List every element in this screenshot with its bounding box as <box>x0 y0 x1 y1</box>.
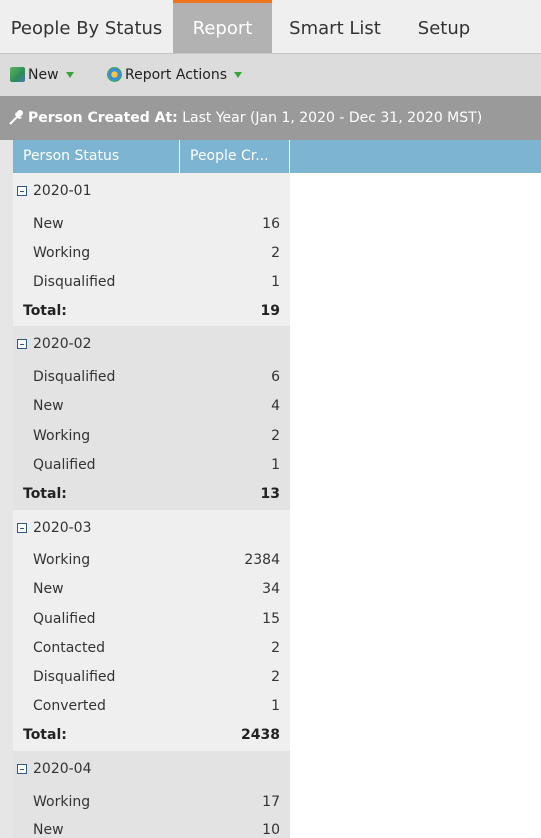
filter-bar[interactable]: Person Created At: Last Year (Jan 1, 202… <box>0 96 541 140</box>
total-row: Total: 19 <box>13 297 290 326</box>
count-cell: 2 <box>271 245 280 261</box>
group-header[interactable]: 2020-01 <box>13 173 290 209</box>
report-actions-icon <box>107 67 122 82</box>
toolbar: New Report Actions <box>0 53 541 96</box>
count-cell: 34 <box>262 581 280 597</box>
table-row: Qualified 15 <box>13 605 290 634</box>
collapse-icon[interactable] <box>17 339 27 349</box>
count-cell: 15 <box>262 611 280 627</box>
new-icon <box>10 67 25 82</box>
new-button[interactable]: New <box>10 64 74 86</box>
count-cell: 16 <box>262 216 280 232</box>
total-value: 13 <box>260 486 280 502</box>
table-row: New 4 <box>13 392 290 421</box>
status-cell: Disqualified <box>33 274 116 290</box>
total-label: Total: <box>23 727 67 743</box>
table-row: Working 17 <box>13 788 290 817</box>
table-row: Working 2 <box>13 422 290 451</box>
count-cell: 4 <box>271 398 280 414</box>
status-cell: Working <box>33 428 91 444</box>
table-row: New 16 <box>13 210 290 239</box>
tab-people-by-status[interactable]: People By Status <box>0 0 173 53</box>
tab-bar: People By Status Report Smart List Setup <box>0 0 541 53</box>
group-2020-02: 2020-02 Disqualified 6 New 4 Working 2 Qual… <box>13 326 290 510</box>
table-row: Disqualified 2 <box>13 663 290 692</box>
group-label: 2020-03 <box>33 520 92 536</box>
group-2020-04: 2020-04 Working 17 New 10 <box>13 751 290 838</box>
total-row: Total: 2438 <box>13 721 290 750</box>
tab-report[interactable]: Report <box>173 0 272 53</box>
group-header[interactable]: 2020-03 <box>13 510 290 546</box>
report-actions-label: Report Actions <box>125 67 227 83</box>
status-cell: New <box>33 822 64 838</box>
filter-label: Person Created At: <box>28 110 178 126</box>
status-cell: New <box>33 398 64 414</box>
total-value: 19 <box>260 303 280 319</box>
column-header-people-created[interactable]: People Cr... <box>180 140 290 173</box>
report-actions-button[interactable]: Report Actions <box>107 64 242 86</box>
collapse-icon[interactable] <box>17 186 27 196</box>
new-button-label: New <box>28 67 59 83</box>
table-row: Working 2384 <box>13 546 290 575</box>
table-row: Qualified 1 <box>13 451 290 480</box>
collapse-icon[interactable] <box>17 764 27 774</box>
status-cell: New <box>33 216 64 232</box>
total-label: Total: <box>23 486 67 502</box>
status-cell: Converted <box>33 698 106 714</box>
tab-smart-list[interactable]: Smart List <box>272 0 398 53</box>
group-label: 2020-04 <box>33 761 92 777</box>
group-header[interactable]: 2020-02 <box>13 326 290 362</box>
count-cell: 1 <box>271 274 280 290</box>
status-cell: Working <box>33 245 91 261</box>
table-row: Disqualified 6 <box>13 363 290 392</box>
grid-header: Person Status People Cr... <box>13 140 541 173</box>
chevron-down-icon <box>65 72 74 78</box>
total-label: Total: <box>23 303 67 319</box>
status-cell: Contacted <box>33 640 105 656</box>
report-grid: 2020-01 New 16 Working 2 Disqualified 1 Tot… <box>13 173 290 838</box>
status-cell: Working <box>33 552 91 568</box>
column-header-person-status[interactable]: Person Status <box>13 140 180 173</box>
status-cell: Working <box>33 794 91 810</box>
left-gutter <box>0 140 13 838</box>
group-header[interactable]: 2020-04 <box>13 751 290 787</box>
status-cell: Qualified <box>33 611 96 627</box>
count-cell: 1 <box>271 698 280 714</box>
filter-value: Last Year (Jan 1, 2020 - Dec 31, 2020 MS… <box>182 110 483 126</box>
count-cell: 2384 <box>244 552 280 568</box>
table-row: New 34 <box>13 575 290 604</box>
count-cell: 17 <box>262 794 280 810</box>
status-cell: Qualified <box>33 457 96 473</box>
count-cell: 2 <box>271 669 280 685</box>
collapse-icon[interactable] <box>17 523 27 533</box>
count-cell: 2 <box>271 640 280 656</box>
total-row: Total: 13 <box>13 480 290 509</box>
count-cell: 1 <box>271 457 280 473</box>
table-row: Working 2 <box>13 239 290 268</box>
tab-setup[interactable]: Setup <box>398 0 490 53</box>
count-cell: 6 <box>271 369 280 385</box>
status-cell: Disqualified <box>33 369 116 385</box>
chevron-down-icon <box>234 72 242 78</box>
table-row: Converted 1 <box>13 692 290 721</box>
group-label: 2020-01 <box>33 183 92 199</box>
group-2020-03: 2020-03 Working 2384 New 34 Qualified 15 Co… <box>13 510 290 751</box>
group-label: 2020-02 <box>33 336 92 352</box>
count-cell: 2 <box>271 428 280 444</box>
table-row: New 10 <box>13 816 290 838</box>
table-row: Disqualified 1 <box>13 268 290 297</box>
status-cell: Disqualified <box>33 669 116 685</box>
filter-pin-icon <box>8 100 26 125</box>
table-row: Contacted 2 <box>13 634 290 663</box>
group-2020-01: 2020-01 New 16 Working 2 Disqualified 1 Tot… <box>13 173 290 326</box>
total-value: 2438 <box>241 727 280 743</box>
count-cell: 10 <box>262 822 280 838</box>
status-cell: New <box>33 581 64 597</box>
